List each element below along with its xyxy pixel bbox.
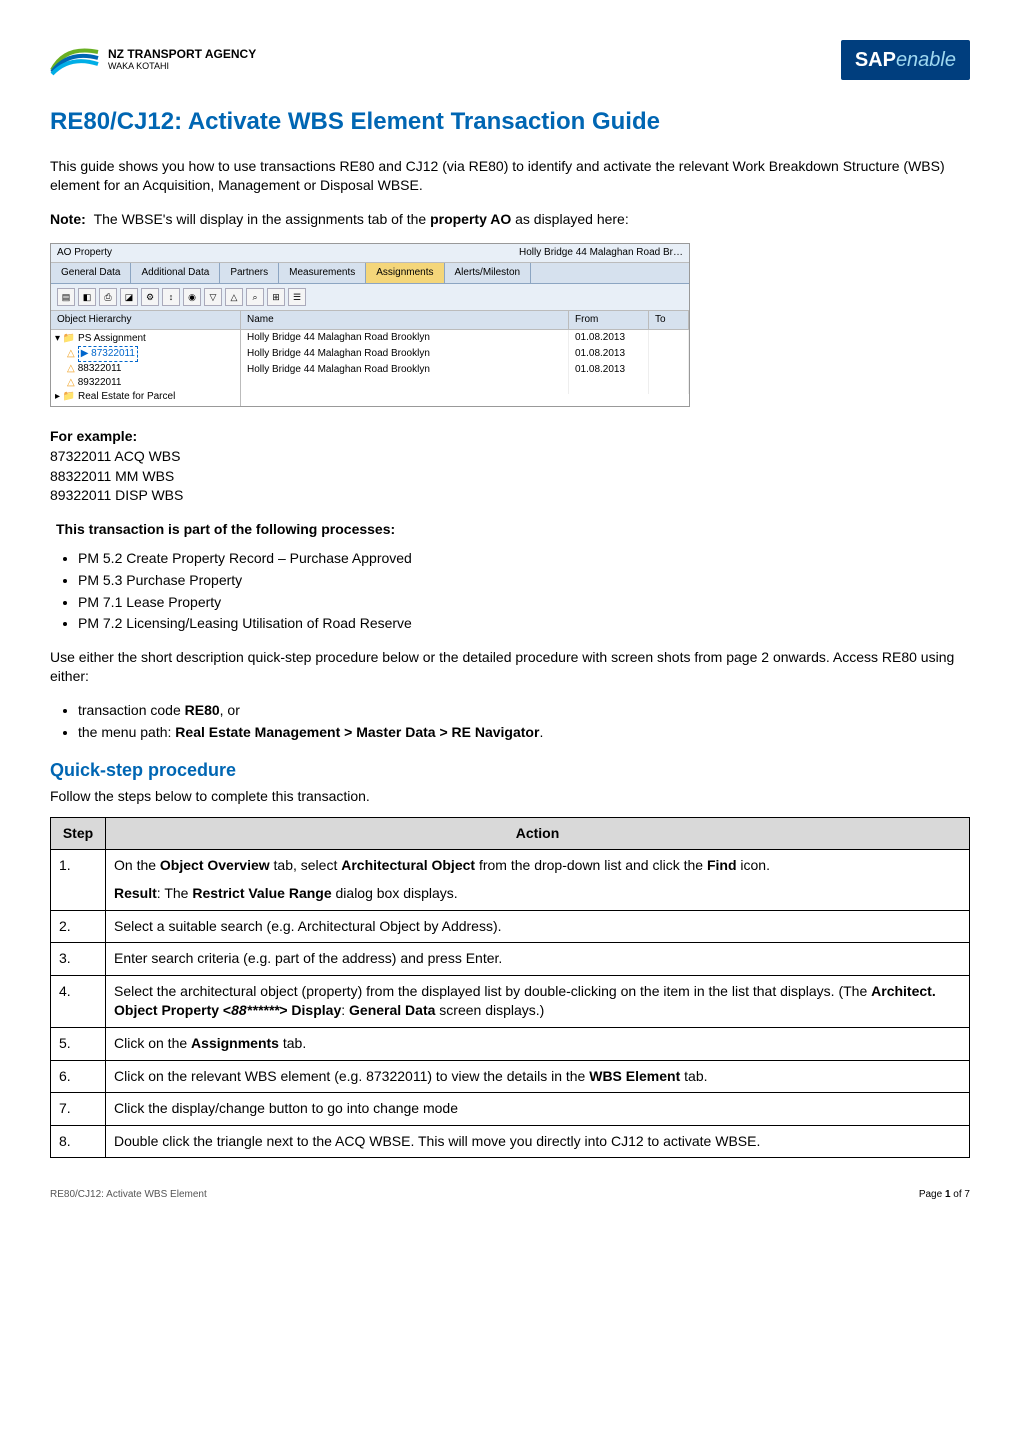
toolbar-icon[interactable]: ◉ — [183, 288, 201, 306]
step-number: 7. — [51, 1093, 106, 1126]
toolbar-icon[interactable]: ⚙ — [141, 288, 159, 306]
grid-header: From — [569, 311, 649, 330]
step-action: On the Object Overview tab, select Archi… — [106, 850, 970, 910]
steps-table: Step Action 1.On the Object Overview tab… — [50, 817, 970, 1159]
quick-step-intro: Follow the steps below to complete this … — [50, 787, 970, 807]
grid-cell-name: Holly Bridge 44 Malaghan Road Brooklyn — [241, 362, 569, 378]
step-number: 1. — [51, 850, 106, 910]
page-title: RE80/CJ12: Activate WBS Element Transact… — [50, 105, 970, 139]
grid-header: To — [649, 311, 689, 330]
toolbar-icon[interactable]: ↕ — [162, 288, 180, 306]
nz-transport-logo: NZ TRANSPORT AGENCY WAKA KOTAHI — [50, 40, 256, 80]
toolbar-icon[interactable]: △ — [225, 288, 243, 306]
ss-grid: Object HierarchyNameFromTo ▾ 📁 PS Assignm… — [51, 311, 689, 406]
col-step: Step — [51, 817, 106, 850]
step-number: 2. — [51, 910, 106, 943]
tab-alerts-mileston[interactable]: Alerts/Mileston — [445, 263, 532, 283]
access-item: the menu path: Real Estate Management > … — [78, 723, 970, 743]
toolbar-icon[interactable]: ◪ — [120, 288, 138, 306]
grid-cell-from: 01.08.2013 — [569, 362, 649, 378]
page-footer: RE80/CJ12: Activate WBS Element Page 1 o… — [50, 1188, 970, 1202]
process-item: PM 7.2 Licensing/Leasing Utilisation of … — [78, 614, 970, 634]
grid-cell-to — [649, 330, 689, 346]
col-action: Action — [106, 817, 970, 850]
step-number: 8. — [51, 1125, 106, 1158]
access-item: transaction code RE80, or — [78, 701, 970, 721]
step-action: Click on the Assignments tab. — [106, 1028, 970, 1061]
triangle-icon[interactable]: △ — [67, 376, 75, 390]
example-line: 89322011 DISP WBS — [50, 486, 970, 506]
table-row: 4.Select the architectural object (prope… — [51, 975, 970, 1027]
toolbar-icon[interactable]: ⌕ — [246, 288, 264, 306]
step-action: Enter search criteria (e.g. part of the … — [106, 943, 970, 976]
wbs-tree-item[interactable]: △ 89322011 — [55, 376, 236, 390]
object-hierarchy-tree: ▾ 📁 PS Assignment△ ▶ 87322011△ 88322011△… — [51, 330, 241, 406]
grid-cell-name: Holly Bridge 44 Malaghan Road Brooklyn — [241, 346, 569, 362]
triangle-icon[interactable]: △ — [67, 347, 75, 361]
footer-right: Page 1 of 7 — [919, 1188, 970, 1202]
step-action: Select the architectural object (propert… — [106, 975, 970, 1027]
example-line: 87322011 ACQ WBS — [50, 447, 970, 467]
nz-transport-logo-text: NZ TRANSPORT AGENCY WAKA KOTAHI — [108, 48, 256, 71]
step-action: Click the display/change button to go in… — [106, 1093, 970, 1126]
step-number: 3. — [51, 943, 106, 976]
sap-screenshot: AO Property Holly Bridge 44 Malaghan Roa… — [50, 243, 690, 407]
grid-cell-name: Holly Bridge 44 Malaghan Road Brooklyn — [241, 330, 569, 346]
toolbar-icon[interactable]: ☰ — [288, 288, 306, 306]
table-row: 7.Click the display/change button to go … — [51, 1093, 970, 1126]
process-item: PM 5.3 Purchase Property — [78, 571, 970, 591]
sap-enable-logo: SAPenable — [841, 40, 970, 80]
toolbar-icon[interactable]: ⎙ — [99, 288, 117, 306]
process-item: PM 7.1 Lease Property — [78, 593, 970, 613]
tab-additional-data[interactable]: Additional Data — [131, 263, 220, 283]
tab-general-data[interactable]: General Data — [51, 263, 131, 283]
ss-object-type: AO Property — [57, 246, 112, 260]
grid-cell-from: 01.08.2013 — [569, 330, 649, 346]
grid-cell-from: 01.08.2013 — [569, 346, 649, 362]
tab-partners[interactable]: Partners — [220, 263, 279, 283]
access-intro: Use either the short description quick-s… — [50, 648, 970, 687]
step-number: 5. — [51, 1028, 106, 1061]
note-paragraph: Note: The WBSE's will display in the ass… — [50, 210, 970, 230]
table-row: 2.Select a suitable search (e.g. Archite… — [51, 910, 970, 943]
ss-toolbar: ▤ ◧ ⎙ ◪ ⚙ ↕ ◉ ▽ △ ⌕ ⊞ ☰ — [51, 284, 689, 311]
intro-paragraph: This guide shows you how to use transact… — [50, 157, 970, 196]
table-row: 6.Click on the relevant WBS element (e.g… — [51, 1060, 970, 1093]
toolbar-icon[interactable]: ◧ — [78, 288, 96, 306]
grid-header: Object Hierarchy — [51, 311, 241, 330]
processes-heading: This transaction is part of the followin… — [56, 520, 970, 540]
examples-block: For example: 87322011 ACQ WBS88322011 MM… — [50, 427, 970, 505]
page-header: NZ TRANSPORT AGENCY WAKA KOTAHI SAPenabl… — [50, 40, 970, 80]
toolbar-icon[interactable]: ▤ — [57, 288, 75, 306]
tab-assignments[interactable]: Assignments — [366, 263, 444, 283]
table-row: 8.Double click the triangle next to the … — [51, 1125, 970, 1158]
table-row: 5.Click on the Assignments tab. — [51, 1028, 970, 1061]
table-row: 3.Enter search criteria (e.g. part of th… — [51, 943, 970, 976]
processes-list: PM 5.2 Create Property Record – Purchase… — [78, 549, 970, 633]
triangle-icon[interactable]: △ — [67, 362, 75, 376]
wbs-tree-item[interactable]: △ 88322011 — [55, 362, 236, 376]
ss-object-desc: Holly Bridge 44 Malaghan Road Br… — [519, 246, 683, 260]
process-item: PM 5.2 Create Property Record – Purchase… — [78, 549, 970, 569]
step-action: Select a suitable search (e.g. Architect… — [106, 910, 970, 943]
example-line: 88322011 MM WBS — [50, 467, 970, 487]
step-number: 4. — [51, 975, 106, 1027]
grid-cell-to — [649, 346, 689, 362]
step-action: Click on the relevant WBS element (e.g. … — [106, 1060, 970, 1093]
step-action: Double click the triangle next to the AC… — [106, 1125, 970, 1158]
swoosh-icon — [50, 40, 100, 80]
quick-step-heading: Quick-step procedure — [50, 758, 970, 783]
table-row: 1.On the Object Overview tab, select Arc… — [51, 850, 970, 910]
ss-tabstrip: General DataAdditional DataPartnersMeasu… — [51, 263, 689, 284]
footer-left: RE80/CJ12: Activate WBS Element — [50, 1188, 207, 1202]
toolbar-icon[interactable]: ⊞ — [267, 288, 285, 306]
access-list: transaction code RE80, orthe menu path: … — [78, 701, 970, 742]
step-number: 6. — [51, 1060, 106, 1093]
grid-cell-to — [649, 362, 689, 378]
grid-header: Name — [241, 311, 569, 330]
toolbar-icon[interactable]: ▽ — [204, 288, 222, 306]
tab-measurements[interactable]: Measurements — [279, 263, 366, 283]
wbs-tree-item[interactable]: △ ▶ 87322011 — [55, 346, 236, 362]
